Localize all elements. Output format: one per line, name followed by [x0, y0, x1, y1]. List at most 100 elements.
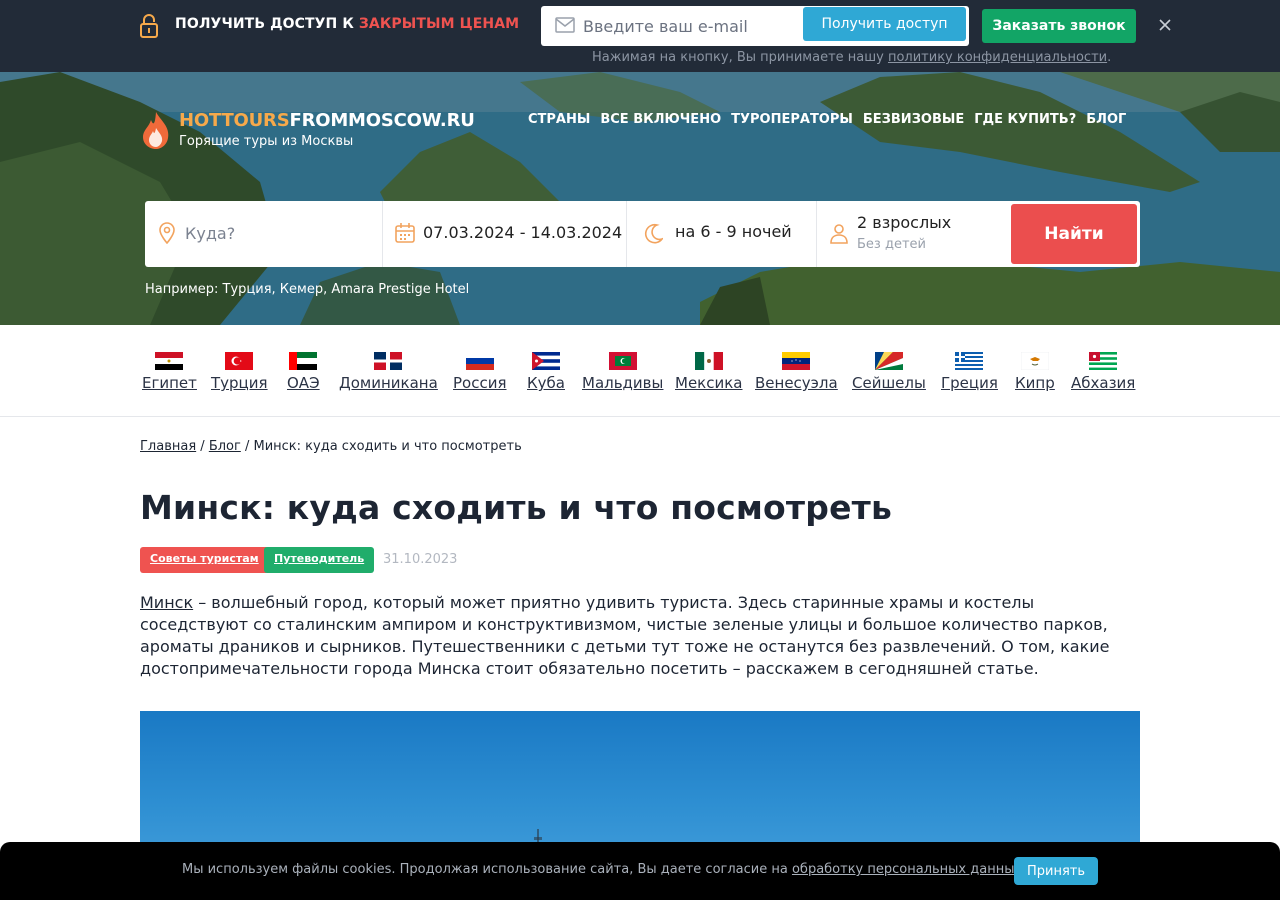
page-title: Минск: куда сходить и что посмотреть — [140, 488, 893, 527]
seychelles-flag-icon — [874, 352, 903, 370]
destination-field[interactable] — [145, 201, 383, 267]
country-egypt[interactable]: Египет — [142, 352, 197, 392]
nav-where-to-buy[interactable]: ГДЕ КУПИТЬ? — [974, 112, 1076, 127]
nav-visa-free[interactable]: БЕЗВИЗОВЫЕ — [863, 112, 964, 127]
travelers-field[interactable]: 2 взрослых Без детей — [817, 201, 1007, 267]
cuba-flag-icon — [531, 352, 560, 370]
logo-subtitle: Горящие туры из Москвы — [179, 134, 354, 149]
tag-travel-tips[interactable]: Советы туристам — [140, 547, 269, 573]
privacy-policy-link[interactable]: политику конфиденциальности — [888, 50, 1107, 65]
lock-icon — [140, 14, 158, 38]
dates-field[interactable]: 07.03.2024 - 14.03.2024 — [383, 201, 627, 267]
promo-prefix: ПОЛУЧИТЬ ДОСТУП К — [175, 16, 359, 32]
breadcrumb-blog[interactable]: Блог — [209, 439, 241, 454]
location-pin-icon — [159, 222, 175, 244]
email-input[interactable] — [583, 12, 833, 40]
promo-bar: ПОЛУЧИТЬ ДОСТУП К ЗАКРЫТЫМ ЦЕНАМ Получит… — [0, 0, 1280, 72]
country-abkhazia[interactable]: Абхазия — [1071, 352, 1135, 392]
country-name: Доминикана — [339, 374, 438, 392]
moon-icon — [644, 223, 663, 244]
breadcrumb-home[interactable]: Главная — [140, 439, 196, 454]
breadcrumb-separator: / — [240, 439, 254, 454]
main-nav: СТРАНЫ ВСЕ ВКЛЮЧЕНО ТУРОПЕРАТОРЫ БЕЗВИЗО… — [528, 112, 1136, 127]
nav-tour-operators[interactable]: ТУРОПЕРАТОРЫ — [731, 112, 853, 127]
dominican-flag-icon — [374, 352, 403, 370]
country-name: Мальдивы — [582, 374, 664, 392]
abkhazia-flag-icon — [1089, 352, 1118, 370]
accept-cookies-button[interactable]: Принять — [1014, 857, 1098, 885]
children-value: Без детей — [857, 237, 926, 252]
minsk-link[interactable]: Минск — [140, 593, 193, 612]
country-uae[interactable]: ОАЭ — [287, 352, 320, 392]
nights-field[interactable]: на 6 - 9 ночей — [627, 201, 817, 267]
promo-accent: ЗАКРЫТЫМ ЦЕНАМ — [358, 16, 520, 32]
country-name: Мексика — [675, 374, 743, 392]
country-name: Египет — [142, 374, 197, 392]
country-name: Греция — [941, 374, 998, 392]
site-logo[interactable]: HOTTOURSFROMMOSCOW.RU — [179, 110, 475, 131]
search-example: Например: Турция, Кемер, Amara Prestige … — [145, 282, 470, 297]
maldives-flag-icon — [608, 352, 637, 370]
tag-guide[interactable]: Путеводитель — [264, 547, 375, 573]
tour-search-form: 07.03.2024 - 14.03.2024 на 6 - 9 ночей 2… — [145, 201, 1140, 267]
lead-text: – волшебный город, который может приятно… — [140, 593, 1110, 678]
logo-title-rest: FROMMOSCOW.RU — [289, 110, 475, 131]
order-call-button[interactable]: Заказать звонок — [982, 9, 1136, 43]
venezuela-flag-icon — [782, 352, 811, 370]
cookie-banner: Мы используем файлы cookies. Продолжая и… — [0, 842, 1280, 900]
country-name: Куба — [527, 374, 565, 392]
nav-countries[interactable]: СТРАНЫ — [528, 112, 590, 127]
country-name: Абхазия — [1071, 374, 1136, 392]
promo-text: ПОЛУЧИТЬ ДОСТУП К ЗАКРЫТЫМ ЦЕНАМ — [175, 16, 519, 32]
consent-prefix: Нажимая на кнопку, Вы принимаете нашу — [592, 50, 888, 65]
consent-suffix: . — [1107, 50, 1112, 65]
turkey-flag-icon — [225, 352, 254, 370]
nav-blog[interactable]: БЛОГ — [1086, 112, 1126, 127]
cookie-text: Мы используем файлы cookies. Продолжая и… — [182, 862, 1026, 877]
breadcrumb: Главная / Блог / Минск: куда сходить и ч… — [140, 439, 522, 454]
country-turkey[interactable]: Турция — [211, 352, 268, 392]
country-venezuela[interactable]: Венесуэла — [755, 352, 838, 392]
find-button[interactable]: Найти — [1011, 204, 1137, 264]
adults-value: 2 взрослых — [857, 213, 952, 232]
nights-value: на 6 - 9 ночей — [675, 222, 792, 241]
nav-all-inclusive[interactable]: ВСЕ ВКЛЮЧЕНО — [600, 112, 721, 127]
countries-strip: Египет Турция ОАЭ Доминикана Россия Куба… — [0, 325, 1280, 417]
uae-flag-icon — [289, 352, 318, 370]
egypt-flag-icon — [155, 352, 184, 370]
russia-flag-icon — [465, 352, 494, 370]
publish-date: 31.10.2023 — [383, 552, 458, 567]
hero-banner: HOTTOURSFROMMOSCOW.RU Горящие туры из Мо… — [0, 72, 1280, 325]
country-russia[interactable]: Россия — [453, 352, 507, 392]
country-name: Венесуэла — [755, 374, 838, 392]
calendar-icon — [395, 223, 415, 243]
flame-logo-icon — [143, 112, 169, 149]
country-dominican[interactable]: Доминикана — [339, 352, 438, 392]
country-greece[interactable]: Греция — [941, 352, 998, 392]
country-name: Сейшелы — [852, 374, 926, 392]
mexico-flag-icon — [694, 352, 723, 370]
country-name: Турция — [211, 374, 268, 392]
breadcrumb-current: Минск: куда сходить и что посмотреть — [253, 439, 522, 454]
cyprus-flag-icon — [1020, 352, 1049, 370]
close-icon[interactable] — [1157, 17, 1173, 33]
country-name: Кипр — [1015, 374, 1055, 392]
email-form: Получить доступ — [541, 6, 969, 46]
country-seychelles[interactable]: Сейшелы — [852, 352, 926, 392]
country-name: Россия — [453, 374, 507, 392]
destination-input[interactable] — [185, 220, 375, 246]
dates-value: 07.03.2024 - 14.03.2024 — [423, 223, 623, 242]
envelope-icon — [555, 17, 575, 33]
country-maldives[interactable]: Мальдивы — [582, 352, 663, 392]
article-lead: Минск – волшебный город, который может п… — [140, 592, 1140, 680]
consent-text: Нажимая на кнопку, Вы принимаете нашу по… — [592, 50, 1111, 65]
country-cuba[interactable]: Куба — [527, 352, 565, 392]
cookie-message: Мы используем файлы cookies. Продолжая и… — [182, 862, 792, 877]
get-access-button[interactable]: Получить доступ — [803, 7, 966, 41]
country-mexico[interactable]: Мексика — [675, 352, 742, 392]
country-cyprus[interactable]: Кипр — [1015, 352, 1055, 392]
logo-title-hot: HOTTOURS — [179, 110, 290, 131]
person-icon — [830, 224, 848, 244]
greece-flag-icon — [955, 352, 984, 370]
personal-data-link[interactable]: обработку персональных данных — [792, 862, 1022, 877]
